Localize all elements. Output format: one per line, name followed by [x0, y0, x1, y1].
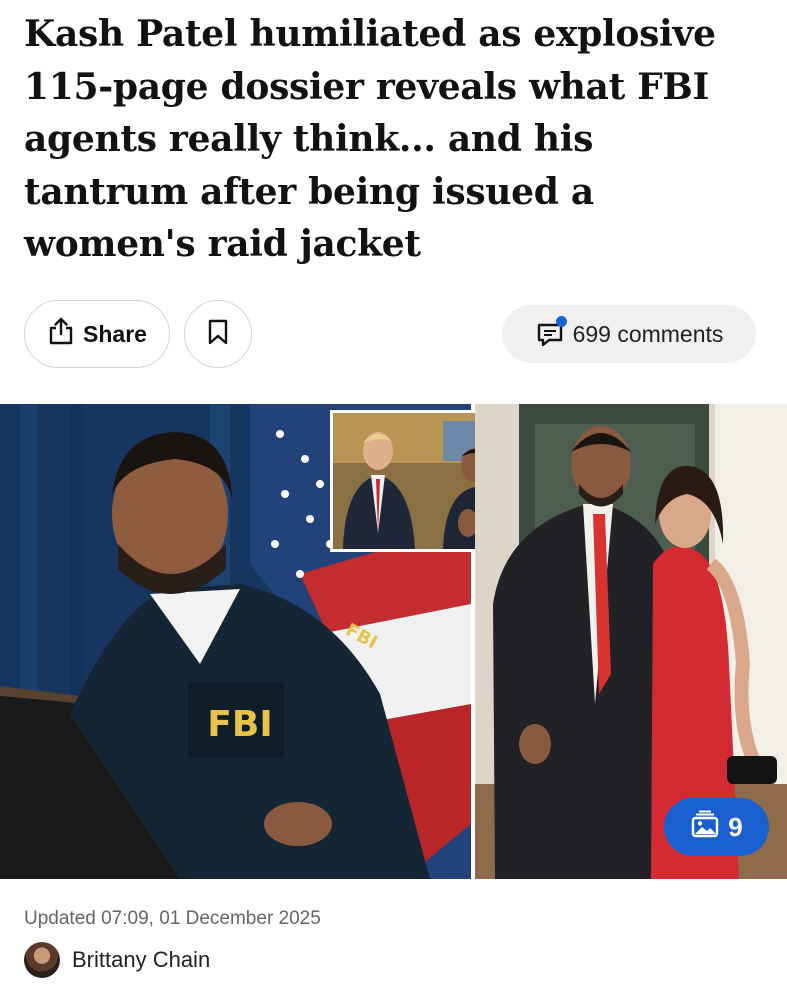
comments-count-label: 699 comments [572, 320, 724, 347]
author-avatar[interactable] [24, 942, 60, 978]
article-image-gallery[interactable]: FBI FBI 9 [0, 404, 787, 879]
fbi-jacket-lettering: FBI [207, 704, 273, 745]
share-button[interactable]: Share [24, 300, 170, 368]
bookmark-icon [207, 318, 229, 351]
comments-button[interactable]: 699 comments [502, 305, 756, 363]
byline[interactable]: Brittany Chain [24, 940, 210, 980]
save-bookmark-button[interactable] [184, 300, 252, 368]
article-headline: Kash Patel humiliated as explosive 115-p… [24, 13, 716, 265]
gallery-icon [690, 810, 720, 845]
article-actions: Share 699 comments [24, 300, 764, 370]
author-name[interactable]: Brittany Chain [72, 947, 210, 973]
comment-icon [535, 316, 567, 349]
updated-timestamp: Updated 07:09, 01 December 2025 [24, 908, 321, 929]
share-icon [47, 316, 75, 352]
gallery-count-badge[interactable]: 9 [664, 798, 769, 856]
gallery-count: 9 [728, 811, 743, 842]
share-label: Share [83, 320, 147, 347]
unread-dot [555, 316, 567, 327]
